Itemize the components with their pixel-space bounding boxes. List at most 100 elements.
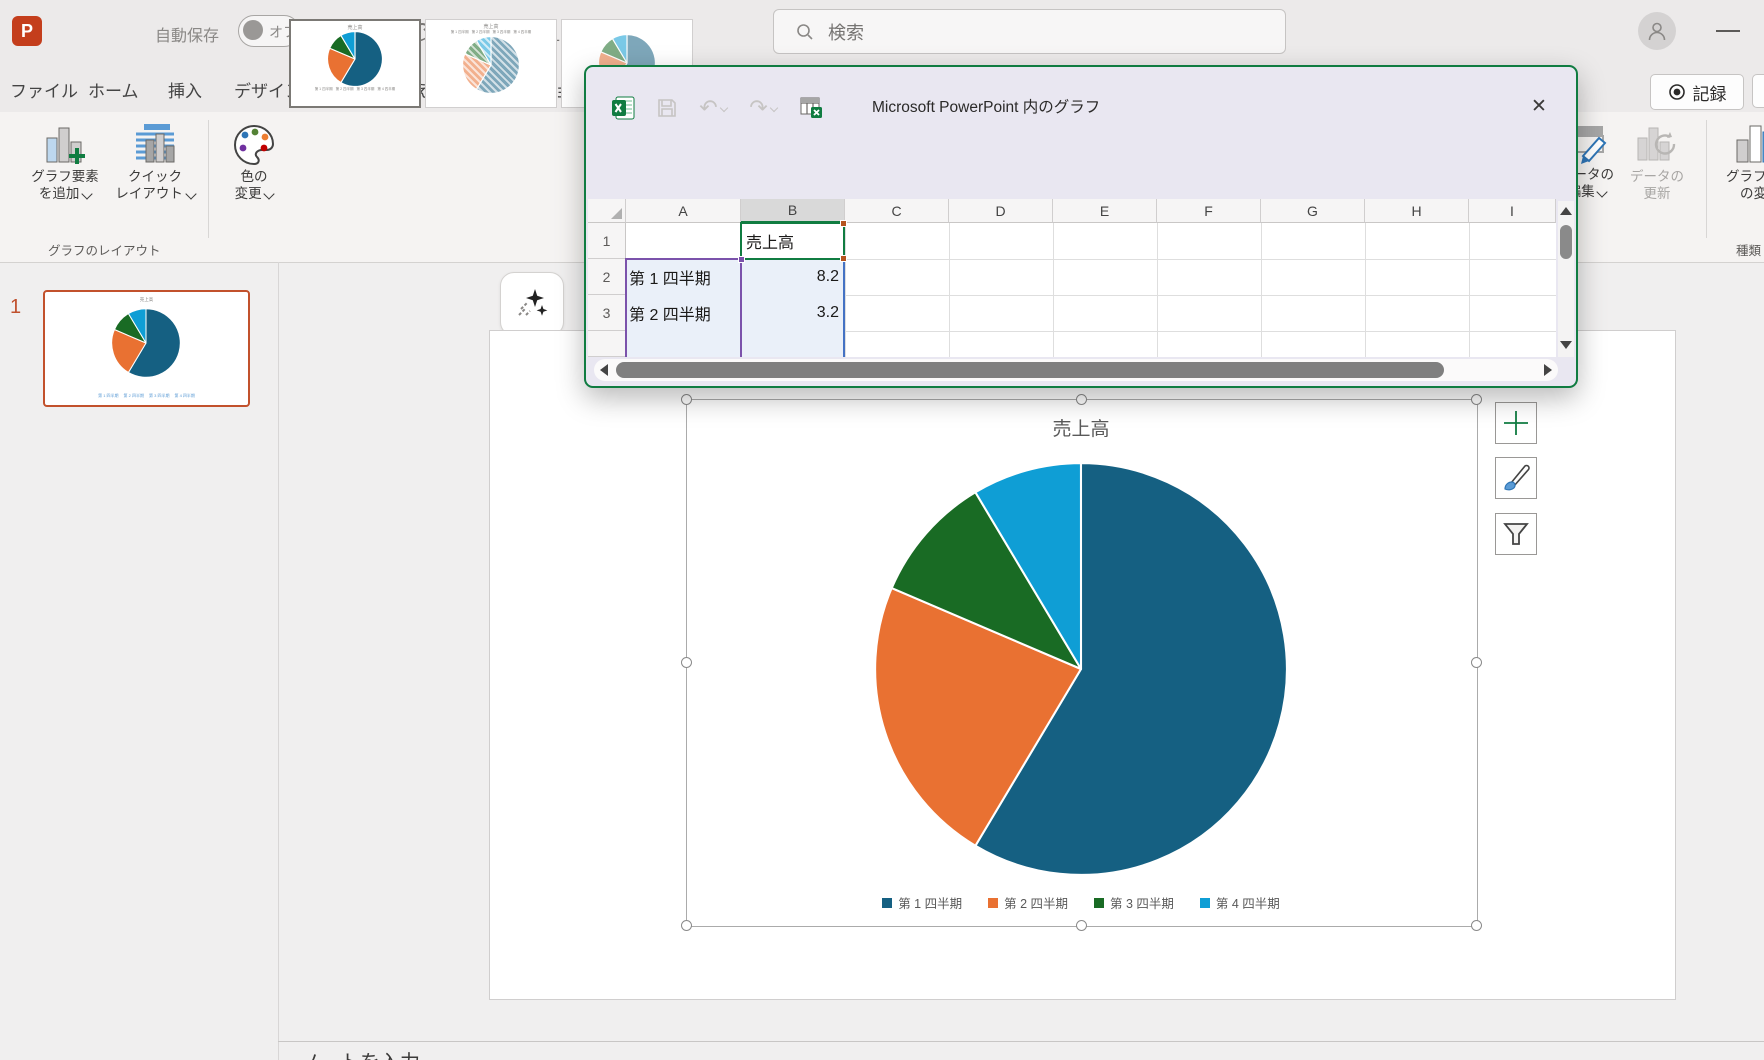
chart-data-window[interactable]: ↶ ↷ Microsoft PowerPoint 内のグラフ ✕ A B C D… [584, 65, 1578, 388]
sparkle-icon [515, 287, 549, 321]
column-header-e[interactable]: E [1053, 199, 1157, 223]
chart-layouts-group-label: グラフのレイアウト [48, 240, 161, 259]
change-chart-type-icon [1733, 122, 1764, 168]
designer-button[interactable] [500, 272, 564, 336]
selection-handle[interactable] [1471, 394, 1482, 405]
scroll-right-arrow-icon[interactable] [1544, 364, 1552, 376]
window-save-icon[interactable] [654, 95, 680, 121]
group-separator [1706, 120, 1707, 238]
legend-swatch [882, 898, 892, 908]
chart-style-2[interactable]: 売上高 第 1 四半期第 2 四半期 第 3 四半期第 4 四半期 [425, 19, 557, 108]
legend-item[interactable]: 第 3 四半期 [1094, 893, 1174, 912]
column-header-c[interactable]: C [845, 199, 949, 223]
fill-handle[interactable] [840, 220, 847, 227]
active-cell-selection [740, 222, 845, 260]
add-chart-element-button[interactable]: グラフ要素 を追加 [22, 122, 108, 202]
slide-number: 1 [10, 296, 21, 319]
minimize-button[interactable] [1716, 30, 1740, 32]
column-header-b[interactable]: B [741, 199, 845, 223]
selection-handle[interactable] [1076, 394, 1087, 405]
row-header-4[interactable] [588, 331, 626, 357]
plus-icon [1503, 410, 1529, 436]
group-separator [208, 120, 209, 238]
chart-elements-button[interactable] [1495, 402, 1537, 444]
tab-file[interactable]: ファイル [10, 77, 78, 102]
column-header-i[interactable]: I [1469, 199, 1556, 223]
add-chart-element-icon [43, 122, 87, 168]
legend-item[interactable]: 第 4 四半期 [1200, 893, 1280, 912]
type-group-label: 種類 [1736, 240, 1761, 259]
chart-legend[interactable]: 第 1 四半期 第 2 四半期 第 3 四半期 第 4 四半期 [731, 893, 1431, 912]
chart-filters-button[interactable] [1495, 513, 1537, 555]
legend-item[interactable]: 第 2 四半期 [988, 893, 1068, 912]
spreadsheet[interactable]: A B C D E F G H I 1 2 3 売上高 第 1 四半期 [588, 199, 1556, 357]
notes-placeholder[interactable]: ノートを入力 [300, 1046, 420, 1060]
refresh-data-icon [1634, 122, 1680, 168]
window-close-icon[interactable]: ✕ [1524, 91, 1554, 121]
legend-swatch [1200, 898, 1210, 908]
record-label: 記録 [1693, 80, 1727, 105]
column-header-g[interactable]: G [1261, 199, 1365, 223]
legend-item[interactable]: 第 1 四半期 [882, 893, 962, 912]
select-all-corner[interactable] [588, 199, 626, 223]
search-icon [796, 23, 814, 41]
tab-home[interactable]: ホーム [88, 77, 139, 102]
thumbnail-pie-icon [111, 308, 181, 378]
horizontal-scroll-thumb[interactable] [616, 362, 1444, 378]
selection-handle[interactable] [681, 394, 692, 405]
fill-handle[interactable] [840, 255, 847, 262]
range-handle[interactable] [738, 256, 745, 263]
vertical-scrollbar[interactable] [1558, 201, 1574, 357]
account-avatar[interactable] [1638, 12, 1676, 50]
comments-button[interactable] [1752, 74, 1764, 108]
selection-handle[interactable] [681, 920, 692, 931]
search-input[interactable]: 検索 [773, 9, 1286, 54]
selection-handle[interactable] [1076, 920, 1087, 931]
pie-chart[interactable] [871, 459, 1291, 879]
row-header-2[interactable]: 2 [588, 259, 626, 295]
window-redo-button[interactable]: ↷ [742, 95, 784, 121]
column-header-d[interactable]: D [949, 199, 1053, 223]
vertical-scroll-thumb[interactable] [1560, 225, 1572, 259]
quick-layout-icon [132, 122, 178, 168]
excel-logo-icon [610, 95, 636, 121]
refresh-data-button[interactable]: データの 更新 [1622, 122, 1692, 202]
record-icon [1668, 83, 1686, 101]
scroll-down-arrow-icon[interactable] [1560, 341, 1572, 349]
chart-styles-button[interactable] [1495, 457, 1537, 499]
column-header-f[interactable]: F [1157, 199, 1261, 223]
chart-style-1[interactable]: 売上高 第 1 四半期第 2 四半期 第 3 四半期第 4 四半期 [289, 19, 421, 108]
quick-layout-button[interactable]: クイック レイアウト [112, 122, 198, 202]
column-header-h[interactable]: H [1365, 199, 1469, 223]
change-chart-type-button[interactable]: グラフの種類 の変更 [1726, 122, 1764, 202]
column-header-a[interactable]: A [626, 199, 741, 223]
window-undo-button[interactable]: ↶ [692, 95, 734, 121]
notes-divider[interactable] [278, 1041, 1764, 1042]
selection-handle[interactable] [681, 657, 692, 668]
row-header-3[interactable]: 3 [588, 295, 626, 331]
brush-icon [1501, 463, 1531, 493]
selection-handle[interactable] [1471, 657, 1482, 668]
row-header-1[interactable]: 1 [588, 223, 626, 259]
chart-data-window-title: Microsoft PowerPoint 内のグラフ [872, 95, 1100, 117]
selection-handle[interactable] [1471, 920, 1482, 931]
application-window: P 自動保存 オフ ↶ ↷ プレゼンテーション1 - Power… 検索 ファイ… [0, 0, 1764, 1060]
edit-in-excel-icon[interactable] [798, 95, 824, 121]
palette-icon [231, 122, 277, 168]
tab-insert[interactable]: 挿入 [168, 77, 202, 102]
legend-swatch [1094, 898, 1104, 908]
powerpoint-logo-icon[interactable]: P [12, 16, 42, 46]
horizontal-scrollbar[interactable] [594, 359, 1558, 381]
scroll-up-arrow-icon[interactable] [1560, 207, 1572, 215]
scroll-left-arrow-icon[interactable] [600, 364, 608, 376]
slide-thumbnail[interactable]: 売上高 第 1 四半期第 2 四半期 第 3 四半期第 4 四半期 [43, 290, 250, 407]
panel-divider [278, 262, 279, 1060]
chart-style-1-pie-icon [327, 31, 383, 87]
value-range-outline [741, 258, 845, 357]
search-placeholder: 検索 [828, 19, 864, 45]
legend-swatch [988, 898, 998, 908]
funnel-icon [1502, 520, 1530, 548]
record-button[interactable]: 記録 [1650, 74, 1744, 110]
change-colors-button[interactable]: 色の 変更 [224, 122, 284, 202]
chart-title[interactable]: 売上高 [871, 414, 1291, 441]
